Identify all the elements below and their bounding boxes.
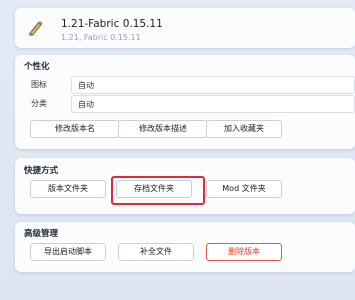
advanced-title: 高级管理 <box>24 229 59 239</box>
version-folder-button[interactable]: 版本文件夹 <box>30 180 106 198</box>
complete-files-button[interactable]: 补全文件 <box>118 243 194 261</box>
delete-version-button[interactable]: 删除版本 <box>206 243 282 261</box>
export-launch-script-button[interactable]: 导出启动脚本 <box>30 243 106 261</box>
rename-version-button[interactable]: 修改版本名 <box>30 120 120 138</box>
category-select-value: 自动 <box>78 100 94 109</box>
personalize-card: 个性化 图标 自动 分类 自动 修改版本名 修改版本描述 加入收藏夹 <box>15 55 355 149</box>
shortcuts-title: 快捷方式 <box>24 166 59 176</box>
category-field-row: 分类 自动 <box>15 95 355 113</box>
add-to-favorites-button[interactable]: 加入收藏夹 <box>206 120 282 138</box>
personalize-title: 个性化 <box>24 62 50 72</box>
version-title: 1.21-Fabric 0.15.11 <box>61 18 163 30</box>
category-select[interactable]: 自动 <box>71 95 355 113</box>
saves-folder-button[interactable]: 存档文件夹 <box>116 180 192 198</box>
icon-select-value: 自动 <box>78 81 94 90</box>
icon-field-label: 图标 <box>31 80 47 89</box>
version-header-card: 1.21-Fabric 0.15.11 1.21, Fabric 0.15.11 <box>15 8 355 48</box>
icon-field-row: 图标 自动 <box>15 76 355 94</box>
shortcuts-card: 快捷方式 版本文件夹 存档文件夹 Mod 文件夹 <box>15 158 355 214</box>
version-settings-page: 1.21-Fabric 0.15.11 1.21, Fabric 0.15.11… <box>0 0 355 300</box>
edit-description-button[interactable]: 修改版本描述 <box>118 120 208 138</box>
mods-folder-button[interactable]: Mod 文件夹 <box>206 180 282 198</box>
icon-select[interactable]: 自动 <box>71 76 355 94</box>
category-field-label: 分类 <box>31 99 47 108</box>
advanced-card: 高级管理 导出启动脚本 补全文件 删除版本 <box>15 222 355 272</box>
scroll-icon <box>28 21 43 36</box>
version-subtitle: 1.21, Fabric 0.15.11 <box>61 33 141 42</box>
